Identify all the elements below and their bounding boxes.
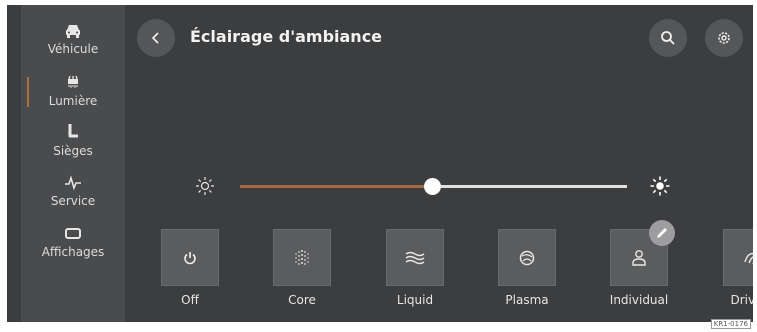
search-icon <box>661 31 675 45</box>
seat-icon <box>68 124 78 138</box>
sidebar-item-label: Lumière <box>48 94 98 108</box>
mode-tile[interactable] <box>386 229 444 286</box>
pencil-icon <box>657 228 667 238</box>
sidebar-item-sieges[interactable]: Sièges <box>21 123 125 175</box>
brightness-track[interactable] <box>432 185 627 188</box>
sidebar-item-label: Sièges <box>53 144 93 158</box>
plasma-icon <box>519 250 535 265</box>
person-icon <box>632 249 646 266</box>
sidebar-item-label: Service <box>50 194 96 208</box>
edit-button[interactable] <box>649 220 675 246</box>
search-button[interactable] <box>649 19 687 57</box>
mode-tile[interactable] <box>273 229 331 286</box>
mode-label: Core <box>288 293 316 307</box>
mode-plasma[interactable]: Plasma <box>498 229 556 307</box>
brightness-low-icon <box>196 177 214 195</box>
brightness-slider-thumb[interactable] <box>424 178 441 195</box>
mode-liquid[interactable]: Liquid <box>386 229 444 307</box>
sidebar-item-affichages[interactable]: Affichages <box>21 226 125 278</box>
mode-core[interactable]: Core <box>273 229 331 307</box>
mode-tile[interactable] <box>161 229 219 286</box>
reference-code: KR1-0176 <box>710 319 751 329</box>
power-icon <box>184 251 196 264</box>
drive-icon <box>744 252 753 264</box>
sidebar-item-label: Affichages <box>41 245 105 259</box>
waves-icon <box>405 251 425 264</box>
mode-drive-profile[interactable]: Drive P <box>723 229 753 307</box>
mode-off[interactable]: Off <box>161 229 219 307</box>
mode-tile[interactable] <box>723 229 753 286</box>
brightness-track-filled <box>240 185 432 188</box>
sidebar-item-label: Véhicule <box>47 42 99 56</box>
screen: Véhicule Lumière Sièges Service Affichag… <box>7 5 753 322</box>
page-title: Éclairage d'ambiance <box>190 27 383 46</box>
mode-label: Plasma <box>505 293 549 307</box>
ambient-light-icon <box>68 75 78 88</box>
mode-label: Drive P <box>730 293 753 307</box>
mode-tile[interactable] <box>498 229 556 286</box>
pulse-icon <box>65 175 81 191</box>
display-icon <box>65 228 81 239</box>
back-button[interactable] <box>137 19 175 57</box>
mode-label: Individual <box>609 293 669 307</box>
chevron-left-icon <box>151 32 159 44</box>
gear-icon <box>718 32 730 44</box>
car-icon <box>66 25 80 38</box>
mode-label: Liquid <box>396 293 434 307</box>
settings-button[interactable] <box>705 19 743 57</box>
sidebar: Véhicule Lumière Sièges Service Affichag… <box>21 5 125 322</box>
sidebar-item-lumiere[interactable]: Lumière <box>21 75 125 127</box>
sidebar-item-service[interactable]: Service <box>21 175 125 227</box>
mode-label: Off <box>181 293 199 307</box>
core-dots-icon <box>295 249 309 265</box>
sidebar-item-vehicule[interactable]: Véhicule <box>21 23 125 75</box>
brightness-high-icon <box>650 176 670 196</box>
